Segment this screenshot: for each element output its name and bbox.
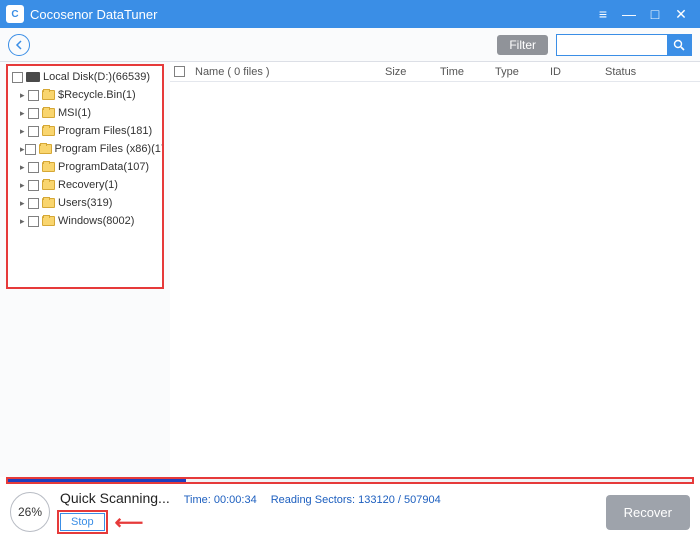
col-status[interactable]: Status — [599, 66, 654, 78]
sectors-read: Reading Sectors: 133120 / 507904 — [271, 494, 441, 506]
checkbox[interactable] — [28, 90, 39, 101]
progress-bar-fill — [8, 479, 186, 482]
expand-icon[interactable]: ▸ — [20, 126, 28, 137]
checkbox[interactable] — [28, 126, 39, 137]
tree-item-label: ProgramData(107) — [58, 161, 149, 173]
tree-item-label: Recovery(1) — [58, 179, 118, 191]
search-box — [556, 34, 692, 56]
folder-icon — [42, 108, 55, 118]
col-id[interactable]: ID — [544, 66, 599, 78]
checkbox[interactable] — [28, 162, 39, 173]
tree-item[interactable]: ▸ $Recycle.Bin(1) — [8, 86, 162, 104]
elapsed-time: Time: 00:00:34 — [184, 494, 257, 506]
folder-icon — [42, 90, 55, 100]
folder-icon — [42, 162, 55, 172]
file-list-panel: Name ( 0 files ) Size Time Type ID Statu… — [170, 62, 700, 477]
folder-icon — [42, 198, 55, 208]
search-icon — [673, 39, 685, 51]
search-input[interactable] — [557, 35, 667, 55]
tree-item-label: Users(319) — [58, 197, 112, 209]
expand-icon[interactable]: ▸ — [20, 108, 28, 119]
sidebar-column: Local Disk(D:)(66539) ▸ $Recycle.Bin(1) ▸ M… — [0, 62, 170, 477]
checkbox[interactable] — [28, 216, 39, 227]
progress-percent: 26% — [10, 492, 50, 532]
expand-icon[interactable]: ▸ — [20, 162, 28, 173]
tree-item[interactable]: ▸Program Files (x86)(178) — [8, 140, 162, 158]
expand-icon[interactable]: ▸ — [20, 180, 28, 191]
scanning-status-label: Quick Scanning... — [60, 490, 170, 506]
select-all-checkbox[interactable] — [174, 66, 185, 77]
list-header: Name ( 0 files ) Size Time Type ID Statu… — [170, 62, 700, 82]
main-area: Local Disk(D:)(66539) ▸ $Recycle.Bin(1) ▸ M… — [0, 62, 700, 477]
footer: 26% Quick Scanning... Time: 00:00:34 Rea… — [0, 484, 700, 540]
tree-item[interactable]: ▸ MSI(1) — [8, 104, 162, 122]
back-button[interactable] — [8, 34, 30, 56]
app-title: Cocosenor DataTuner — [30, 7, 590, 22]
progress-bar-track — [6, 477, 694, 484]
folder-icon — [42, 180, 55, 190]
tree-item-label: $Recycle.Bin(1) — [58, 89, 136, 101]
titlebar: C Cocosenor DataTuner ≡ — □ ✕ — [0, 0, 700, 28]
tree-item-label: MSI(1) — [58, 107, 91, 119]
tree-item[interactable]: ▸ ProgramData(107) — [8, 158, 162, 176]
close-button[interactable]: ✕ — [668, 6, 694, 23]
toolbar: Filter — [0, 28, 700, 62]
checkbox[interactable] — [12, 72, 23, 83]
tree-item[interactable]: ▸ Users(319) — [8, 194, 162, 212]
col-size[interactable]: Size — [379, 66, 434, 78]
col-type[interactable]: Type — [489, 66, 544, 78]
checkbox[interactable] — [25, 144, 36, 155]
tree-root[interactable]: Local Disk(D:)(66539) — [8, 68, 162, 86]
folder-tree: Local Disk(D:)(66539) ▸ $Recycle.Bin(1) ▸ M… — [6, 64, 164, 289]
drive-icon — [26, 72, 40, 82]
folder-icon — [42, 216, 55, 226]
chevron-left-icon — [14, 40, 24, 50]
app-logo: C — [6, 5, 24, 23]
tree-item[interactable]: ▸ Recovery(1) — [8, 176, 162, 194]
expand-icon[interactable]: ▸ — [20, 90, 28, 101]
folder-icon — [42, 126, 55, 136]
checkbox[interactable] — [28, 108, 39, 119]
expand-icon[interactable]: ▸ — [20, 198, 28, 209]
col-name[interactable]: Name ( 0 files ) — [189, 66, 379, 78]
filter-button[interactable]: Filter — [497, 35, 548, 55]
tree-root-label: Local Disk(D:)(66539) — [43, 71, 150, 83]
expand-icon[interactable]: ▸ — [20, 216, 28, 227]
tree-item[interactable]: ▸ Program Files(181) — [8, 122, 162, 140]
minimize-button[interactable]: — — [616, 6, 642, 22]
menu-icon[interactable]: ≡ — [590, 6, 616, 22]
tree-item-label: Program Files(181) — [58, 125, 152, 137]
maximize-button[interactable]: □ — [642, 6, 668, 22]
tree-item-label: Windows(8002) — [58, 215, 134, 227]
stop-button[interactable]: Stop — [60, 513, 105, 531]
checkbox[interactable] — [28, 198, 39, 209]
checkbox[interactable] — [28, 180, 39, 191]
folder-icon — [39, 144, 52, 154]
search-button[interactable] — [667, 35, 691, 55]
tree-item-label: Program Files (x86)(178) — [55, 143, 164, 155]
tree-item[interactable]: ▸ Windows(8002) — [8, 212, 162, 230]
annotation-arrow-icon: ⟵ — [115, 510, 144, 535]
list-body — [170, 82, 700, 477]
recover-button[interactable]: Recover — [606, 495, 690, 530]
col-time[interactable]: Time — [434, 66, 489, 78]
